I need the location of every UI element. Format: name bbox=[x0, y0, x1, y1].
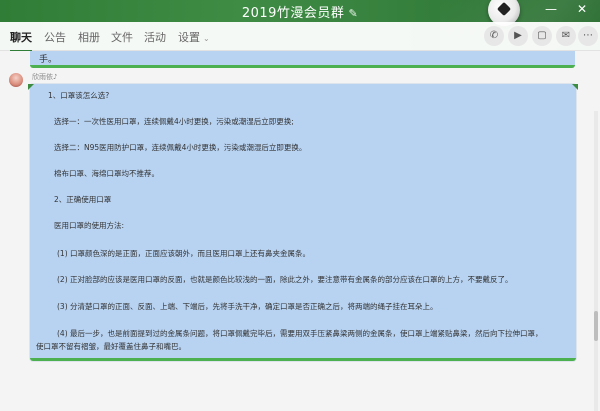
bubble-corner-decoration bbox=[572, 84, 578, 90]
tab-album[interactable]: 相册 bbox=[78, 29, 100, 45]
message-line: 医用口罩的使用方法: bbox=[54, 221, 125, 230]
video-icon[interactable]: ▶ bbox=[508, 26, 528, 46]
sender-name: 欣雨依♪ bbox=[32, 73, 58, 81]
tab-settings[interactable]: 设置 ⌄ bbox=[178, 29, 210, 45]
phone-icon[interactable]: ✆ bbox=[484, 26, 504, 46]
tab-bar: 聊天 公告 相册 文件 活动 设置 ⌄ ✆ ▶ ▢ ✉ ⋯ bbox=[0, 22, 600, 52]
message-line: 选择二：N95医用防护口罩，连续佩戴4小时更换，污染或潮湿后立即更换。 bbox=[54, 143, 307, 152]
chevron-down-icon: ⌄ bbox=[203, 34, 210, 43]
tab-chat[interactable]: 聊天 bbox=[10, 29, 32, 52]
minimize-button[interactable]: — bbox=[545, 2, 557, 16]
screen-share-icon[interactable]: ▢ bbox=[532, 26, 552, 46]
scrollbar[interactable] bbox=[594, 111, 598, 411]
message-bubble[interactable]: 1、口罩该怎么选? 选择一：一次性医用口罩，连续佩戴4小时更换，污染或潮湿后立即… bbox=[28, 84, 578, 361]
message-line: 使口罩不留有褶皱，最好覆盖住鼻子和嘴巴。 bbox=[36, 342, 186, 351]
message-line: (1) 口罩颜色深的是正面，正面应该朝外，而且医用口罩上还有鼻夹金属条。 bbox=[57, 249, 311, 258]
scrollbar-thumb[interactable] bbox=[594, 311, 598, 341]
message-line: 选择一：一次性医用口罩，连续佩戴4小时更换，污染或潮湿后立即更换; bbox=[54, 117, 294, 126]
bubble-corner-decoration bbox=[28, 84, 34, 90]
message-line: 棉布口罩、海绵口罩均不推荐。 bbox=[54, 169, 159, 178]
more-icon[interactable]: ⋯ bbox=[578, 26, 598, 46]
previous-message-text: 手。 bbox=[39, 55, 58, 65]
message-icon[interactable]: ✉ bbox=[556, 26, 576, 46]
tab-announcement[interactable]: 公告 bbox=[44, 29, 66, 45]
previous-message-bubble[interactable]: 手。 bbox=[30, 51, 575, 68]
edit-icon[interactable]: ✎ bbox=[348, 7, 358, 20]
close-button[interactable]: ✕ bbox=[577, 2, 587, 16]
avatar[interactable] bbox=[9, 73, 23, 87]
message-line: 1、口罩该怎么选? bbox=[48, 91, 110, 100]
message-line: 2、正确使用口罩 bbox=[54, 195, 112, 204]
chat-area: 手。 欣雨依♪ 1、口罩该怎么选? 选择一：一次性医用口罩，连续佩戴4小时更换，… bbox=[0, 51, 600, 411]
group-name: 2019竹漫会员群 bbox=[241, 6, 345, 21]
tab-files[interactable]: 文件 bbox=[111, 29, 133, 45]
message-line: (4) 最后一步，也是前面提到过的金属条问题，将口罩佩戴完毕后，需要用双手压紧鼻… bbox=[57, 329, 543, 338]
message-line: (3) 分清楚口罩的正面、反面、上端、下端后，先将手洗干净，确定口罩是否正确之后… bbox=[57, 302, 438, 311]
message-line: (2) 正对脸部的应该是医用口罩的反面，也就是颜色比较浅的一面，除此之外，要注意… bbox=[57, 275, 513, 284]
tab-activity[interactable]: 活动 bbox=[144, 29, 166, 45]
tab-settings-label: 设置 bbox=[178, 31, 200, 44]
